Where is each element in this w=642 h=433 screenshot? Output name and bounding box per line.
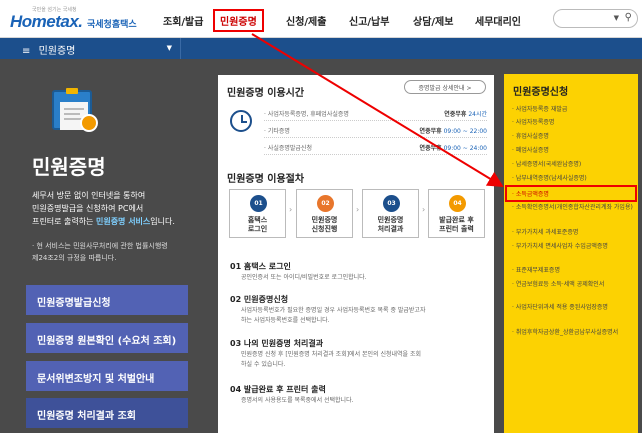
logo-wordmark: Hometax.: [10, 12, 83, 31]
procedure-section-title: 03 나의 민원증명 처리결과: [230, 339, 324, 348]
nav-consult-report[interactable]: 상담/제보: [413, 13, 453, 28]
hours-row: · 사실증명발급신청 연중무휴 09:00 ~ 24:00: [264, 140, 487, 155]
hamburger-icon: ≡: [22, 46, 31, 57]
step-print: 04 발급완료 후 프린터 출력: [428, 189, 485, 238]
step-arrow-icon: ›: [356, 205, 360, 214]
certificate-issue-button[interactable]: 민원증명발급신청: [26, 285, 188, 315]
menu-bar: ≡ 민원증명 ▼: [0, 38, 642, 59]
hero-desc-3: 프린터로 출력하는 민원증명 서비스입니다.: [32, 217, 175, 226]
hero-desc-1: 세무서 방문 없이 인터넷을 통하여: [32, 191, 146, 200]
nav-civil-certificate[interactable]: 민원증명: [213, 9, 264, 32]
step-label: 홈택스 로그인: [247, 216, 268, 233]
step-number: 02: [317, 195, 334, 212]
step-label: 민원증명 처리결과: [377, 216, 404, 233]
hero-note-2: 제24조2의 규정을 따릅니다.: [32, 254, 117, 262]
service-hours-card: 민원증명 이용시간 증명발급 상세안내 > · 사업자등록증명, 휴페업사실증명…: [218, 75, 494, 167]
nav-filing-payment[interactable]: 신고/납부: [349, 13, 389, 28]
sidebar-item[interactable]: · 폐업사실증명: [512, 146, 634, 155]
step-apply: 02 민원증명 신청진행: [296, 189, 353, 238]
highlight-box: [505, 185, 637, 202]
hours-row: · 사업자등록증명, 휴페업사실증명 연중무휴 24시간: [264, 106, 487, 121]
sidebar-item[interactable]: · 사업자단위과세 적용 종된사업장증명: [512, 303, 634, 312]
sidebar-item[interactable]: · 사업자등록증명: [512, 118, 634, 127]
service-hours-title: 민원증명 이용시간: [227, 88, 305, 99]
original-verify-button[interactable]: 민원증명 원본확인 (수요처 조회): [26, 323, 188, 353]
sidebar: [504, 74, 638, 433]
page-title: 민원증명: [32, 155, 106, 179]
menu-label: 민원증명: [38, 46, 76, 57]
nav-tax-agent[interactable]: 세무대리인: [475, 13, 521, 28]
procedure-section-title: 04 발급완료 후 프린터 출력: [230, 385, 326, 394]
procedure-section-title: 01 홈택스 로그인: [230, 262, 291, 271]
sidebar-item[interactable]: · 사업자등록증 재발급: [512, 105, 634, 114]
forgery-guide-button[interactable]: 문서위변조방지 및 처벌안내: [26, 361, 188, 391]
procedure-section-title: 02 민원증명신청: [230, 295, 289, 304]
step-login: 01 홈택스 로그인: [229, 189, 286, 238]
search-icon[interactable]: ⚲: [625, 12, 632, 23]
result-inquiry-button[interactable]: 민원증명 처리결과 조회: [26, 398, 188, 428]
procedure-title: 민원증명 이용절차: [227, 174, 305, 185]
procedure-section-text: 민원증명 신청 후 [민원증명 처리결과 조회]에서 본인의 신청내역을 조회: [241, 351, 422, 358]
chevron-down-icon: ▼: [166, 44, 172, 52]
step-label: 민원증명 신청진행: [311, 216, 338, 233]
sidebar-item[interactable]: · 휴업사실증명: [512, 132, 634, 141]
hours-row: · 기타증명 연중무휴 09:00 ~ 22:00: [264, 123, 487, 138]
sidebar-item[interactable]: · 부가가치세 과세표준증명: [512, 228, 634, 237]
procedure-section-text: 사업자등록번호가 필요한 증명일 경우 사업자등록번호 목록 중 발급받고자: [241, 307, 426, 314]
sidebar-item[interactable]: · 연금보험료등 소득·세액 공제확인서: [512, 280, 634, 289]
guide-button[interactable]: 증명발급 상세안내 >: [404, 80, 486, 94]
menu-divider: [180, 38, 181, 59]
sidebar-item[interactable]: · 납세증명서(국세완납증명): [512, 160, 634, 169]
hero-note-1: · 현 서비스는 민원사무처리에 관한 법률시행령: [32, 242, 168, 250]
sidebar-item[interactable]: · 표준재무제표증명: [512, 266, 634, 275]
step-number: 03: [383, 195, 400, 212]
sidebar-title: 민원증명신청: [513, 87, 569, 98]
step-label: 발급완료 후 프린터 출력: [439, 216, 474, 233]
site-header: 국민을 섬기는 국세청 Hometax. 국세청홈택스 조회/발급 민원증명 신…: [0, 0, 642, 38]
sidebar-item[interactable]: · 납부내역증명(납세사실증명): [512, 174, 634, 183]
procedure-section-text: 하실 수 있습니다.: [241, 361, 286, 368]
hometax-logo[interactable]: 국민을 섬기는 국세청 Hometax. 국세청홈택스: [10, 6, 152, 34]
step-result: 03 민원증명 처리결과: [362, 189, 419, 238]
sidebar-item[interactable]: · 부가가치세 면세사업자 수입금액증명: [512, 242, 634, 251]
step-number: 04: [449, 195, 466, 212]
procedure-section-text: 증명서의 사용용도를 목록중에서 선택합니다.: [241, 397, 354, 404]
dropdown-arrow-icon[interactable]: ▼: [614, 14, 619, 22]
sidebar-item[interactable]: · 소득확인증명서(개인종합자산관리계좌 가입용): [512, 203, 634, 212]
menu-dropdown[interactable]: ≡ 민원증명 ▼: [22, 42, 172, 57]
procedure-section-text: 공인인증서 또는 아이디/비밀번호로 로그인합니다.: [241, 274, 367, 281]
step-arrow-icon: ›: [289, 205, 293, 214]
certificate-icon: [52, 88, 100, 134]
search-box[interactable]: ▼ ⚲: [553, 9, 638, 28]
hero-desc-2: 민원증명발급을 신청하여 PC에서: [32, 204, 144, 213]
nav-inquiry[interactable]: 조회/발급: [163, 13, 203, 28]
step-arrow-icon: ›: [422, 205, 426, 214]
step-number: 01: [250, 195, 267, 212]
nav-application[interactable]: 신청/제출: [286, 13, 326, 28]
sidebar-item[interactable]: · 취업후학자금상환_상환금납부사실증명서: [512, 328, 634, 337]
logo-subtitle: 국세청홈택스: [87, 20, 137, 30]
procedure-section-text: 하는 사업자등록번호를 선택합니다.: [241, 317, 330, 324]
clock-icon: [230, 110, 252, 132]
